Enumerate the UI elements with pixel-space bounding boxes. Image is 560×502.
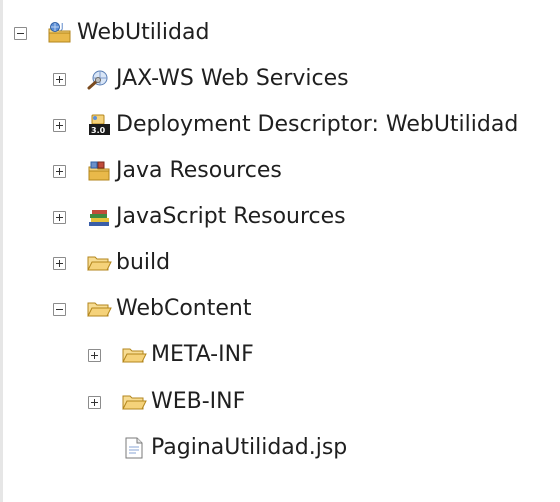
expand-toggle[interactable]	[53, 72, 66, 86]
jsp-file-icon	[121, 436, 147, 460]
deployment-descriptor-icon: 3.0	[86, 113, 112, 137]
web-project-icon: J	[47, 21, 73, 45]
folder-icon	[86, 297, 112, 321]
expand-toggle[interactable]	[88, 348, 101, 362]
expand-toggle[interactable]	[53, 256, 66, 270]
collapse-toggle[interactable]	[14, 26, 27, 40]
tree-node-label: Java Resources	[116, 158, 282, 183]
folder-icon	[121, 390, 147, 414]
tree-node-label: META-INF	[151, 342, 254, 367]
tree-node-webutilidad[interactable]: J WebUtilidad	[14, 18, 209, 48]
tree-node-label: WEB-INF	[151, 389, 246, 414]
tree-node-label: build	[116, 250, 171, 275]
java-resources-icon	[86, 159, 112, 183]
web-services-icon	[86, 67, 112, 91]
folder-icon	[121, 343, 147, 367]
expand-toggle[interactable]	[53, 164, 66, 178]
tree-node-label: JAX-WS Web Services	[116, 66, 349, 91]
tree-node-label: Deployment Descriptor: WebUtilidad	[116, 112, 519, 137]
folder-icon	[86, 251, 112, 275]
tree-node-deployment-descriptor[interactable]: 3.0 Deployment Descriptor: WebUtilidad	[53, 110, 518, 140]
project-explorer-tree: J WebUtilidad JAX-WS Web Services 3.0 De…	[0, 0, 560, 502]
left-edge-border	[0, 0, 3, 502]
tree-node-web-inf[interactable]: WEB-INF	[88, 387, 245, 417]
tree-node-jax-ws[interactable]: JAX-WS Web Services	[53, 64, 349, 94]
tree-node-paginautilidad-jsp[interactable]: PaginaUtilidad.jsp	[121, 433, 347, 463]
tree-node-java-resources[interactable]: Java Resources	[53, 156, 282, 186]
tree-node-build[interactable]: build	[53, 248, 170, 278]
tree-node-webcontent[interactable]: WebContent	[53, 294, 251, 324]
tree-node-meta-inf[interactable]: META-INF	[88, 340, 254, 370]
expand-toggle[interactable]	[88, 395, 101, 409]
tree-node-label: JavaScript Resources	[116, 204, 346, 229]
expand-toggle[interactable]	[53, 118, 66, 132]
tree-node-javascript-resources[interactable]: JavaScript Resources	[53, 202, 346, 232]
collapse-toggle[interactable]	[53, 302, 66, 316]
tree-node-label: PaginaUtilidad.jsp	[151, 435, 348, 460]
svg-text:3.0: 3.0	[91, 126, 106, 135]
tree-node-label: WebContent	[116, 296, 252, 321]
expand-toggle[interactable]	[53, 210, 66, 224]
tree-node-label: WebUtilidad	[77, 20, 210, 45]
javascript-resources-icon	[86, 205, 112, 229]
svg-text:J: J	[60, 22, 63, 31]
